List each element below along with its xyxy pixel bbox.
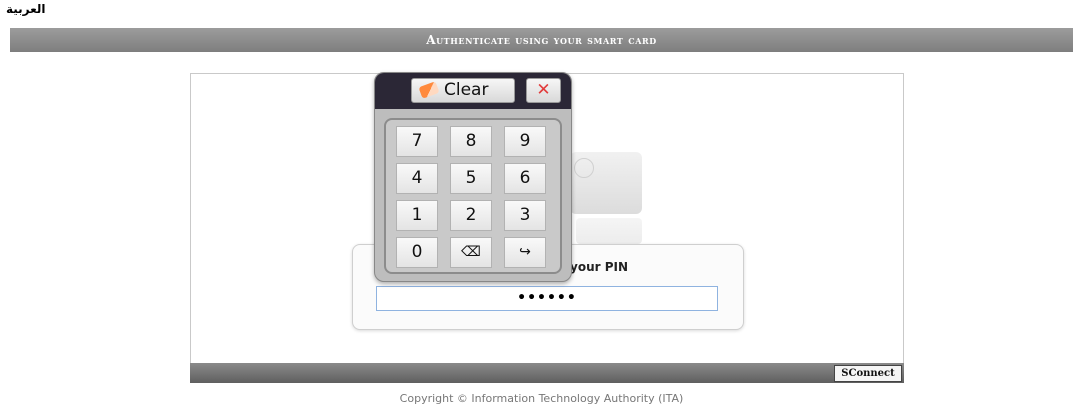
key-0[interactable]: 0 (396, 237, 438, 268)
arabic-language-link[interactable]: العربية (6, 2, 46, 16)
key-6[interactable]: 6 (504, 163, 546, 194)
close-icon: ✕ (536, 80, 551, 100)
eraser-icon (418, 81, 440, 99)
page-title: Authenticate using your smart card (426, 33, 657, 47)
pin-label: your PIN (570, 260, 629, 274)
key-1[interactable]: 1 (396, 200, 438, 231)
card-reader-icon (576, 218, 642, 244)
page-title-bar: Authenticate using your smart card (10, 28, 1073, 52)
virtual-keypad: Clear ✕ 7 8 9 4 5 6 1 2 3 0 ⌫ ↪ (374, 72, 572, 282)
sconnect-logo: SConnect (834, 365, 902, 382)
smart-card-icon (570, 152, 642, 214)
key-4[interactable]: 4 (396, 163, 438, 194)
key-2[interactable]: 2 (450, 200, 492, 231)
panel-footer-bar: SConnect (190, 363, 904, 383)
key-5[interactable]: 5 (450, 163, 492, 194)
backspace-key[interactable]: ⌫ (450, 237, 492, 268)
key-7[interactable]: 7 (396, 126, 438, 157)
close-keypad-button[interactable]: ✕ (526, 78, 561, 103)
pin-input[interactable]: •••••• (376, 286, 718, 311)
key-3[interactable]: 3 (504, 200, 546, 231)
clear-button[interactable]: Clear (411, 78, 515, 103)
keypad-keys: 7 8 9 4 5 6 1 2 3 0 ⌫ ↪ (384, 118, 562, 274)
enter-key[interactable]: ↪ (504, 237, 546, 268)
copyright-text: Copyright © Information Technology Autho… (399, 392, 684, 405)
clear-button-label: Clear (444, 80, 489, 100)
key-8[interactable]: 8 (450, 126, 492, 157)
key-9[interactable]: 9 (504, 126, 546, 157)
